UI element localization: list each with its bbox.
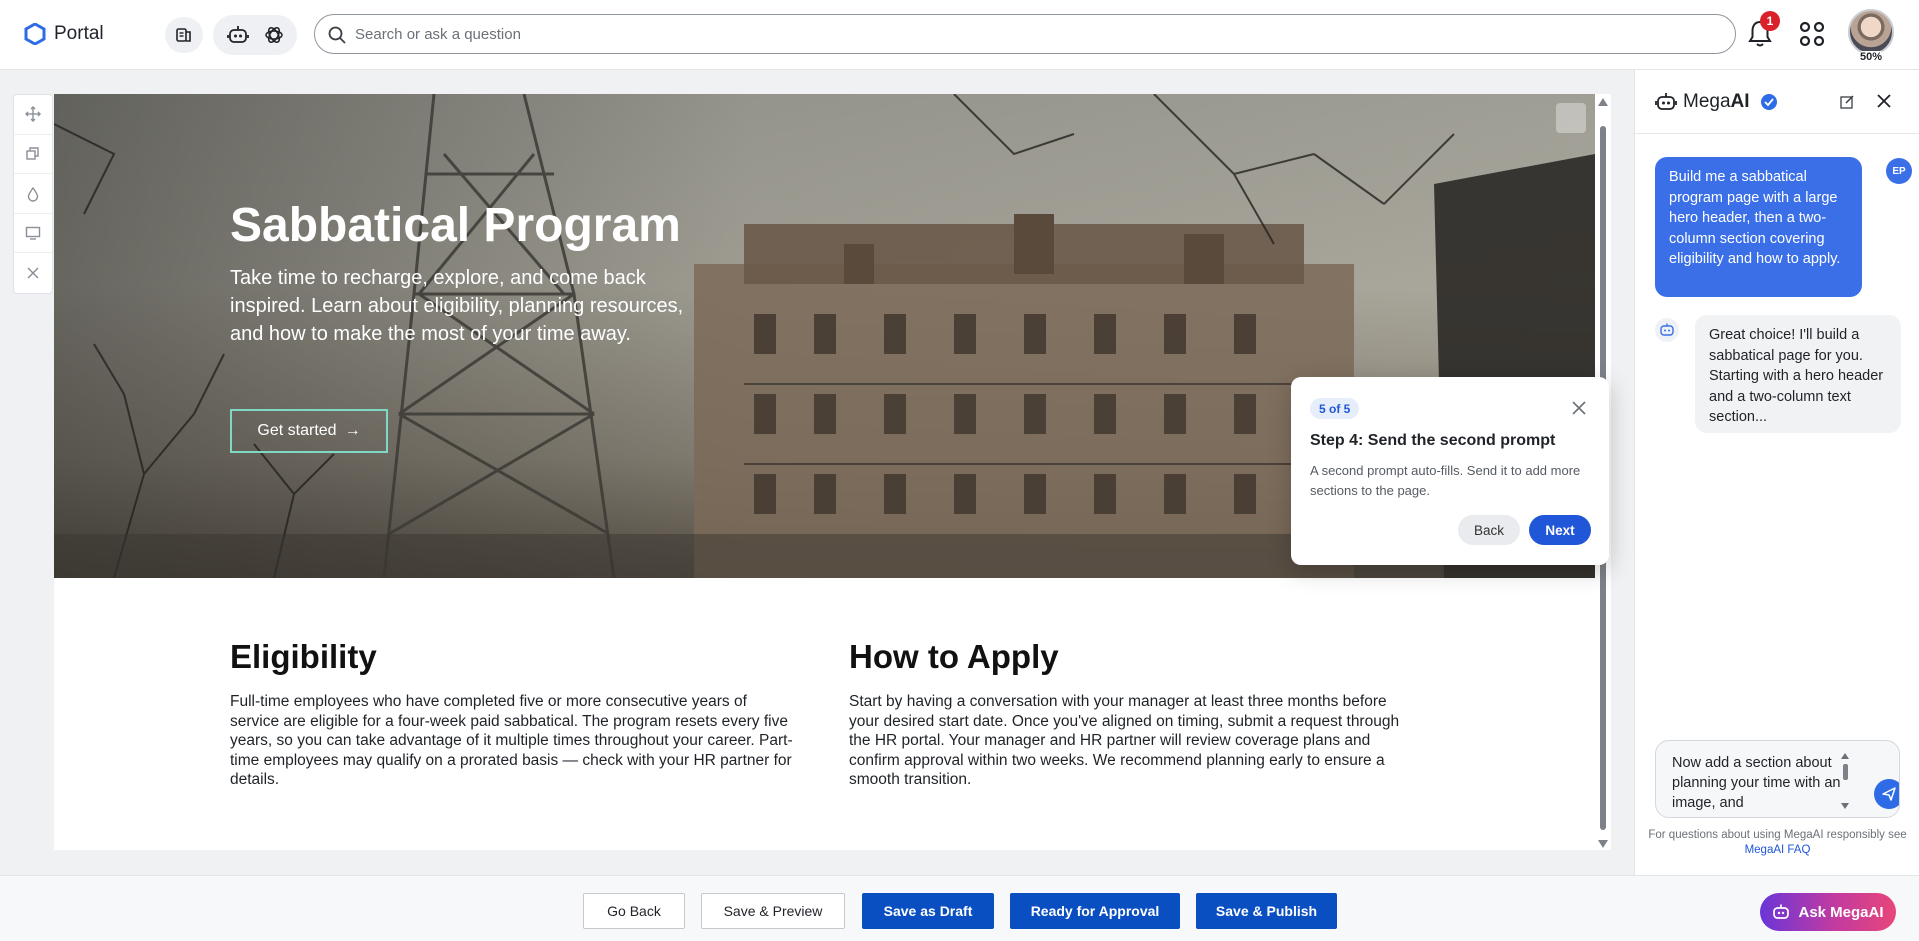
block-toolbar: [13, 94, 53, 294]
apps-grid-icon[interactable]: [1798, 20, 1826, 48]
eligibility-body: Full-time employees who have completed f…: [230, 693, 793, 788]
tour-next-button[interactable]: Next: [1529, 515, 1591, 545]
get-started-button[interactable]: Get started →: [230, 409, 388, 453]
edit-icon[interactable]: [1839, 94, 1855, 110]
how-to-apply-heading: How to Apply: [849, 638, 1059, 675]
color-button[interactable]: [14, 174, 52, 214]
move-arrows-icon: [25, 106, 41, 123]
tour-back-button[interactable]: Back: [1458, 515, 1520, 545]
search-bar[interactable]: [314, 14, 1736, 54]
eligibility-heading: Eligibility: [230, 638, 377, 675]
search-input[interactable]: [355, 25, 1735, 43]
user-avatar: EP: [1886, 158, 1912, 184]
send-icon: [1882, 787, 1896, 801]
openai-button[interactable]: [263, 24, 285, 46]
how-to-apply-column[interactable]: How to Apply Start by having a conversat…: [849, 638, 1409, 790]
faq-link[interactable]: MegaAI FAQ: [1745, 844, 1811, 856]
assistant-message: Great choice! I'll build a sabbatical pa…: [1695, 315, 1901, 433]
robot-icon: [1660, 323, 1674, 336]
openai-knot-icon: [264, 27, 283, 43]
assistant-title: MegaAI: [1683, 91, 1750, 113]
remove-button[interactable]: [14, 253, 52, 293]
send-button[interactable]: [1874, 779, 1899, 809]
scroll-up-arrow[interactable]: [1598, 98, 1608, 106]
close-icon[interactable]: [1570, 399, 1588, 417]
pages-button[interactable]: [165, 17, 203, 53]
tour-step-badge: 5 of 5: [1310, 398, 1360, 419]
app-name: Portal: [54, 23, 104, 44]
search-icon: [328, 26, 346, 44]
assistant-disclaimer: For questions about using MegaAI respons…: [1645, 828, 1910, 858]
robot-icon: [1773, 904, 1790, 919]
tour-description: A second prompt auto-fills. Send it to a…: [1310, 463, 1581, 498]
move-button[interactable]: [14, 95, 52, 135]
assistant-avatar: [1655, 318, 1679, 342]
preview-button[interactable]: [14, 214, 52, 254]
notification-badge: 1: [1760, 11, 1780, 31]
robot-assistant-button[interactable]: [226, 24, 250, 46]
get-started-label: Get started: [257, 422, 337, 439]
save-preview-button[interactable]: Save & Preview: [701, 893, 845, 929]
hero-title: Sabbatical Program: [230, 199, 681, 252]
droplet-icon: [27, 186, 39, 202]
prompt-text[interactable]: Now add a section about planning your ti…: [1672, 753, 1847, 813]
ai-tools-group: [213, 15, 297, 55]
close-icon: [27, 267, 39, 279]
how-to-apply-body: Start by having a conversation with your…: [849, 693, 1400, 788]
tour-title: Step 4: Send the second prompt: [1310, 432, 1556, 449]
duplicate-button[interactable]: [14, 135, 52, 175]
top-bar: Portal Search or ask a question 1 50%: [0, 0, 1919, 70]
ask-megaai-label: Ask MegaAI: [1798, 903, 1884, 921]
portal-logo[interactable]: Portal: [24, 21, 104, 47]
user-message: Build me a sabbatical program page with …: [1655, 157, 1862, 297]
verified-badge-icon: [1761, 94, 1777, 110]
robot-icon: [1655, 93, 1677, 110]
assistant-title-prefix: Mega: [1683, 91, 1731, 112]
ready-approval-button[interactable]: Ready for Approval: [1010, 893, 1180, 929]
prompt-scrollbar[interactable]: [1840, 751, 1850, 811]
assistant-title-bold: AI: [1730, 91, 1750, 112]
assistant-panel: MegaAI Build me a sabbatical program pag…: [1634, 70, 1919, 875]
tour-popover: 5 of 5 Step 4: Send the second prompt A …: [1291, 377, 1609, 565]
scroll-down-arrow[interactable]: [1598, 840, 1608, 848]
copy-icon: [26, 147, 39, 160]
save-draft-button[interactable]: Save as Draft: [862, 893, 994, 929]
go-back-button[interactable]: Go Back: [583, 893, 685, 929]
disclaimer-text: For questions about using MegaAI respons…: [1648, 829, 1907, 841]
hexagon-logo-icon: [24, 23, 46, 45]
eligibility-column[interactable]: Eligibility Full-time employees who have…: [230, 638, 800, 790]
action-bar: Go Back Save & Preview Save as Draft Rea…: [0, 875, 1919, 941]
close-icon[interactable]: [1875, 92, 1893, 110]
arrow-right-icon: →: [344, 422, 361, 439]
hero-expand-button[interactable]: [1556, 103, 1586, 133]
prompt-input[interactable]: Now add a section about planning your ti…: [1655, 740, 1900, 818]
ask-megaai-button[interactable]: Ask MegaAI: [1760, 893, 1896, 931]
monitor-icon: [25, 226, 41, 240]
robot-icon: [226, 26, 249, 43]
assistant-header: MegaAI: [1635, 70, 1919, 134]
profile-completion: 50%: [1857, 51, 1886, 63]
save-publish-button[interactable]: Save & Publish: [1196, 893, 1337, 929]
hero-subtitle: Take time to recharge, explore, and come…: [230, 267, 684, 345]
document-stack-icon: [176, 28, 191, 42]
avatar[interactable]: [1848, 9, 1894, 55]
